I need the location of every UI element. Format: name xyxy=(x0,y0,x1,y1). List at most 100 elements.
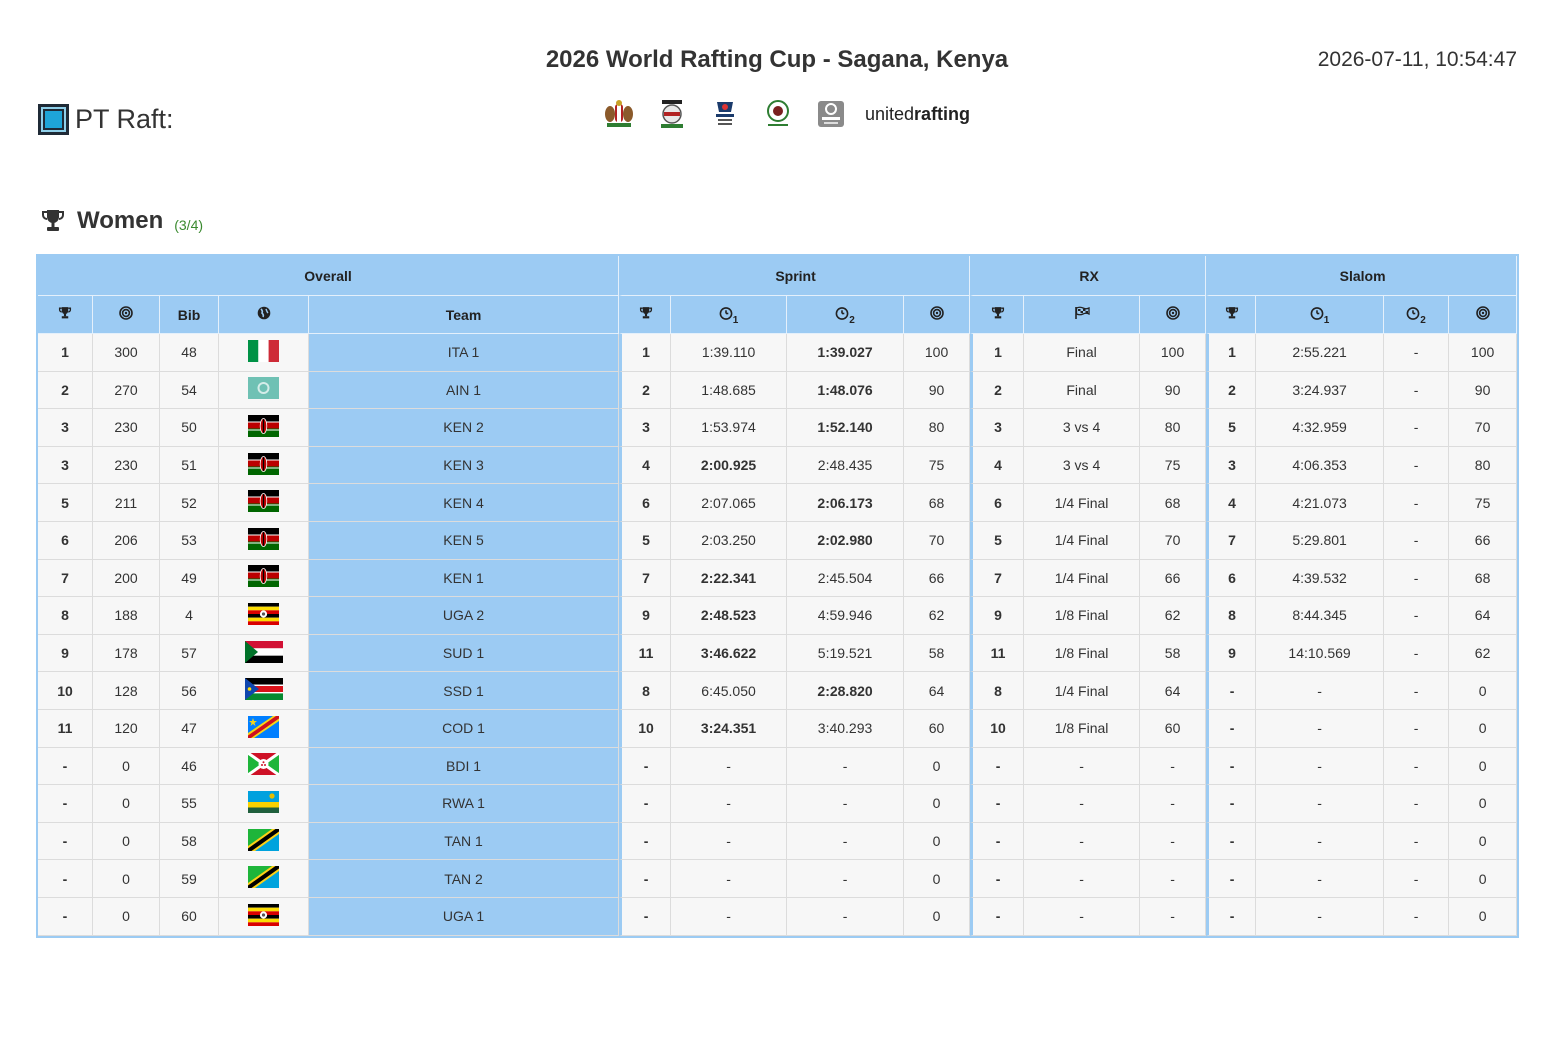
sprint-points: 0 xyxy=(904,860,971,898)
flag-icon xyxy=(247,752,280,778)
trophy-icon xyxy=(1225,306,1239,323)
flag-icon xyxy=(248,602,279,628)
col-points xyxy=(93,296,160,334)
rx-points: 80 xyxy=(1140,409,1207,447)
slalom-rank: - xyxy=(1206,709,1257,748)
kenya-coat-of-arms-icon xyxy=(605,100,633,127)
slalom-rank: 3 xyxy=(1206,446,1257,485)
trophy-icon xyxy=(58,306,72,323)
trophy-icon xyxy=(991,306,1005,323)
overall-points: 178 xyxy=(93,634,160,673)
slalom-time-2: - xyxy=(1384,747,1450,786)
team-name: SSD 1 xyxy=(309,672,620,710)
rx-stage: - xyxy=(1024,822,1141,861)
country-flag xyxy=(219,709,309,748)
country-flag xyxy=(219,897,309,936)
country-flag xyxy=(219,672,309,710)
slalom-rank: 1 xyxy=(1206,334,1257,372)
team-name: KEN 3 xyxy=(309,446,620,485)
kenya-badge-icon xyxy=(661,100,683,128)
overall-rank: 7 xyxy=(38,559,93,598)
slalom-time-2: - xyxy=(1384,822,1450,861)
rx-rank: 6 xyxy=(970,484,1025,522)
rx-points: - xyxy=(1140,747,1207,786)
team-name: UGA 2 xyxy=(309,597,620,635)
sprint-time-2: 2:28.820 xyxy=(787,672,905,710)
slalom-time-1: 14:10.569 xyxy=(1256,634,1385,673)
sprint-time-1: - xyxy=(671,897,788,936)
sprint-rank: 4 xyxy=(619,446,672,485)
rx-stage: Final xyxy=(1024,334,1141,372)
country-flag xyxy=(219,484,309,522)
slalom-points: 75 xyxy=(1449,484,1518,522)
country-flag xyxy=(219,559,309,598)
brand: PT Raft: xyxy=(38,101,174,137)
table-row: -0 60 UGA 1---0------0 xyxy=(38,897,1518,936)
team-name: TAN 1 xyxy=(309,822,620,861)
flag-icon xyxy=(248,866,279,891)
group-header-row: Overall Sprint RX Slalom xyxy=(38,256,1518,296)
table-row: -0 59 TAN 2---0------0 xyxy=(38,860,1518,898)
country-flag xyxy=(219,785,309,823)
timestamp: 2026-07-11, 10:54:47 xyxy=(1317,48,1517,71)
overall-points: 0 xyxy=(93,822,160,861)
sprint-time-2: 2:48.435 xyxy=(787,446,905,485)
flag-icon xyxy=(244,678,283,703)
slalom-rank: 7 xyxy=(1206,521,1257,560)
sprint-time-1: 2:00.925 xyxy=(671,446,788,485)
sprint-points: 0 xyxy=(904,822,971,861)
overall-points: 206 xyxy=(93,521,160,560)
slalom-points: 80 xyxy=(1449,446,1518,485)
slalom-time-2: - xyxy=(1384,446,1450,485)
table-row: 3 230 50 KEN 2 3 1:53.974 1:52.140 80 3 3 vs 4 80 5… xyxy=(38,409,1518,447)
stopwatch-icon xyxy=(1406,306,1420,323)
slalom-time-1: 2:55.221 xyxy=(1256,334,1385,372)
sprint-points: 62 xyxy=(904,597,971,635)
table-row: 10 128 56 SSD 1 8 6:45.050 2:28.820 64 8 1/4 Fina… xyxy=(38,672,1518,710)
team-name: KEN 5 xyxy=(309,521,620,560)
category-title: Women xyxy=(77,207,164,234)
rx-stage: 1/8 Final xyxy=(1024,709,1141,748)
sprint-rank: 3 xyxy=(619,409,672,447)
col-rx-points xyxy=(1140,296,1207,334)
table-row: 3 230 51 KEN 3 4 2:00.925 2:48.435 75 4 3 vs 4 75 3… xyxy=(38,446,1518,485)
flag-icon xyxy=(248,903,279,929)
rx-points: - xyxy=(1140,860,1207,898)
sponsor-bar: unitedrafting xyxy=(603,97,970,131)
slalom-time-1: - xyxy=(1256,709,1385,748)
team-name: COD 1 xyxy=(309,709,620,748)
sprint-rank: 6 xyxy=(619,484,672,522)
table-row: 5 211 52 KEN 4 6 2:07.065 2:06.173 68 6 1/4 Final… xyxy=(38,484,1518,522)
group-sprint: Sprint xyxy=(619,256,971,296)
trophy-icon xyxy=(639,306,653,323)
col-team: Team xyxy=(309,296,620,334)
checkered-flag-icon xyxy=(1074,306,1090,323)
sprint-points: 0 xyxy=(904,747,971,786)
slalom-rank: 8 xyxy=(1206,597,1257,635)
slalom-points: 70 xyxy=(1449,409,1518,447)
sprint-rank: 11 xyxy=(619,634,672,673)
team-name: RWA 1 xyxy=(309,785,620,823)
sprint-time-2: - xyxy=(787,747,905,786)
sprint-rank: 7 xyxy=(619,559,672,598)
country-flag xyxy=(219,446,309,485)
slalom-time-1: 4:32.959 xyxy=(1256,409,1385,447)
sprint-time-2: 1:52.140 xyxy=(787,409,905,447)
rx-rank: 8 xyxy=(970,672,1025,710)
sprint-time-1: 1:53.974 xyxy=(671,409,788,447)
rx-stage: - xyxy=(1024,785,1141,823)
sprint-rank: 10 xyxy=(619,709,672,748)
team-name: AIN 1 xyxy=(309,371,620,410)
sprint-time-2: 2:06.173 xyxy=(787,484,905,522)
bib-number: 46 xyxy=(160,747,219,786)
overall-rank: - xyxy=(38,897,93,936)
sprint-time-2: 3:40.293 xyxy=(787,709,905,748)
rx-stage: 1/4 Final xyxy=(1024,521,1141,560)
bib-number: 4 xyxy=(160,597,219,635)
col-country xyxy=(219,296,309,334)
stopwatch-icon xyxy=(835,306,849,323)
sprint-time-2: 4:59.946 xyxy=(787,597,905,635)
rx-rank: - xyxy=(970,785,1025,823)
slalom-time-1: 5:29.801 xyxy=(1256,521,1385,560)
slalom-points: 0 xyxy=(1449,822,1518,861)
